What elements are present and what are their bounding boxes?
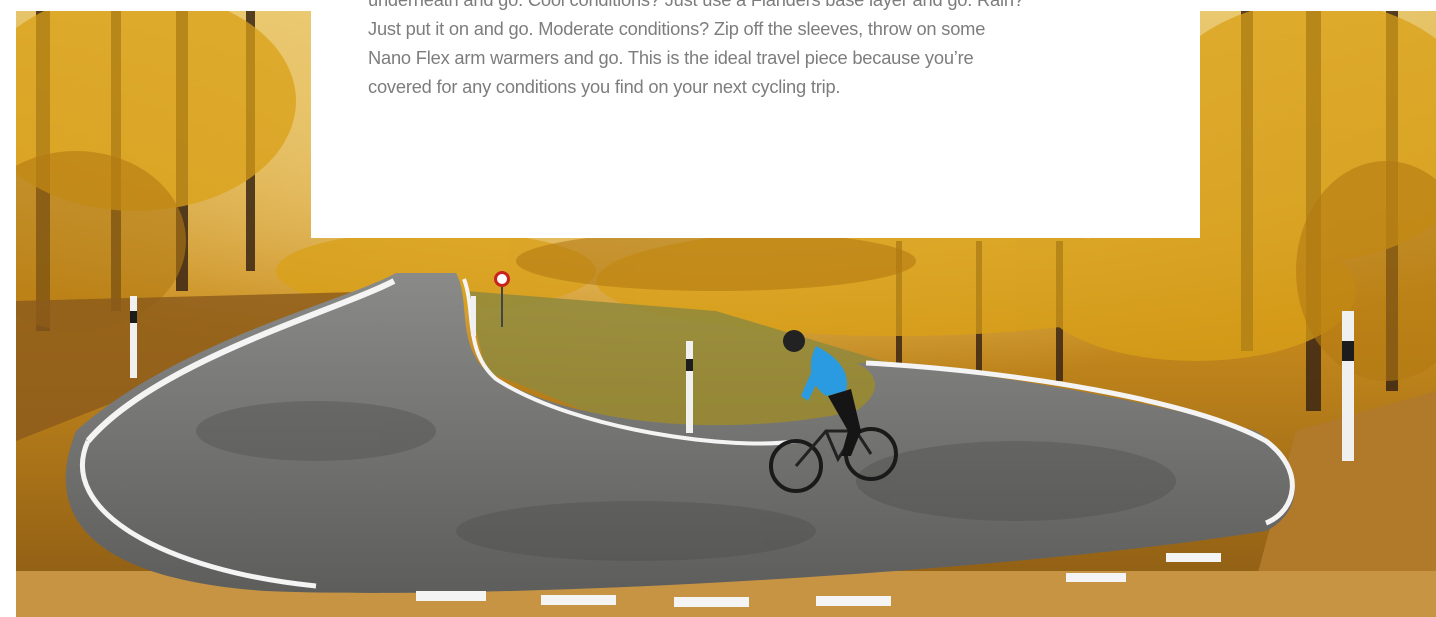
description-card: underneath and go. Cool conditions? Just… (311, 0, 1200, 238)
description-line: covered for any conditions you find on y… (368, 76, 841, 97)
description-line: Just put it on and go. Moderate conditio… (368, 18, 986, 39)
description-text: underneath and go. Cool conditions? Just… (368, 0, 1143, 101)
description-line: underneath and go. Cool conditions? Just… (368, 0, 1143, 14)
description-line: Nano Flex arm warmers and go. This is th… (368, 47, 974, 68)
